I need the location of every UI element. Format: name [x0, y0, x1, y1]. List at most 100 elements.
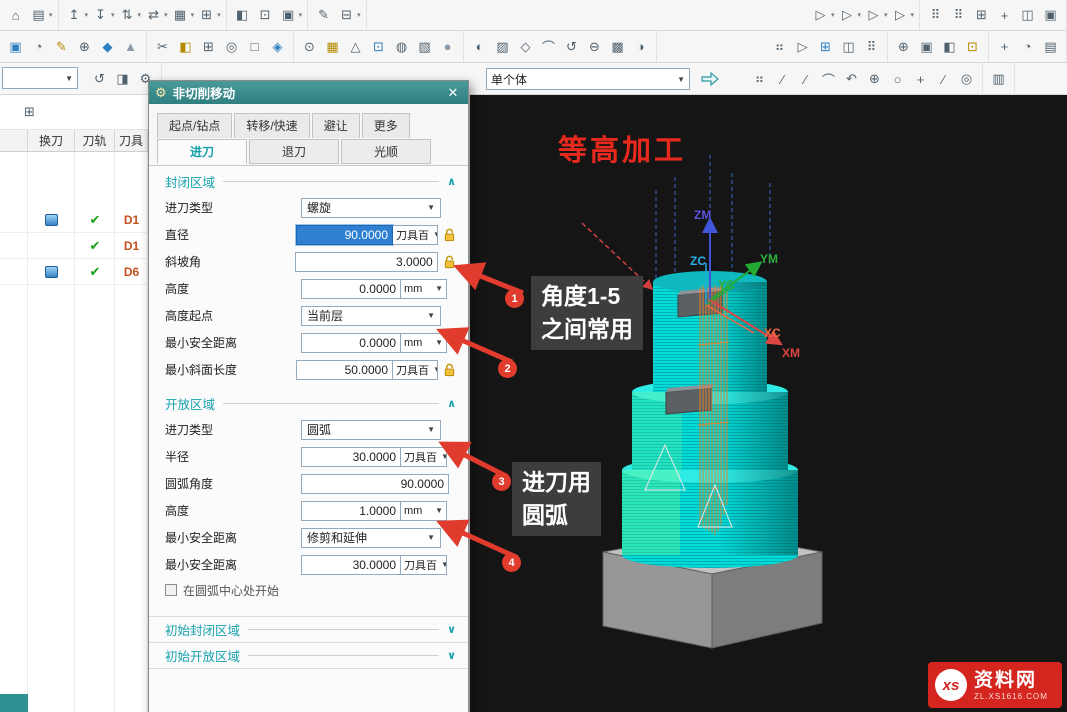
- chevron-down-icon[interactable]: ∨: [447, 649, 456, 662]
- toolbar-icon[interactable]: ▨: [492, 36, 513, 57]
- selection-scope-combo[interactable]: 单个体▼: [486, 68, 690, 90]
- toolbar-icon[interactable]: ✎: [51, 36, 72, 57]
- tab-transfer-rapid[interactable]: 转移/快速: [234, 113, 309, 138]
- ramp-angle-input[interactable]: 3.0000: [295, 252, 437, 272]
- open-height-unit-select[interactable]: mm▼: [401, 501, 447, 521]
- chevron-up-icon[interactable]: ∧: [447, 175, 456, 188]
- toolbar-icon[interactable]: ▣: [278, 5, 299, 26]
- table-row[interactable]: ✔ D6: [0, 259, 148, 285]
- dropdown-arrow-icon[interactable]: ▾: [910, 11, 914, 19]
- toolbar-icon[interactable]: ◔: [1017, 36, 1038, 57]
- toolbar-icon[interactable]: ↶: [841, 69, 862, 90]
- toolbar-icon[interactable]: ▥: [988, 69, 1009, 90]
- toolbar-icon[interactable]: ◎: [956, 69, 977, 90]
- dropdown-arrow-icon[interactable]: ▾: [191, 11, 195, 19]
- toolbar-icon[interactable]: +: [994, 36, 1015, 57]
- toolbar-icon[interactable]: ◇: [515, 36, 536, 57]
- dropdown-arrow-icon[interactable]: ▾: [138, 11, 142, 19]
- toolbar-icon[interactable]: ▣: [1040, 5, 1061, 26]
- min-clearance-input[interactable]: 0.0000: [301, 333, 401, 353]
- tab-retract[interactable]: 退刀: [249, 139, 339, 164]
- toolbar-icon[interactable]: ◫: [838, 36, 859, 57]
- open-min-clearance-unit-select[interactable]: 刀具百▼: [401, 555, 447, 575]
- radius-input[interactable]: 30.0000: [301, 447, 401, 467]
- toolbar-icon[interactable]: ⇄: [143, 5, 164, 26]
- toolbar-icon[interactable]: ▷: [889, 5, 910, 26]
- toolbar-icon[interactable]: ↧: [90, 5, 111, 26]
- toolbar-icon[interactable]: ◧: [939, 36, 960, 57]
- toolbar-icon[interactable]: +: [910, 69, 931, 90]
- toolbar-icon[interactable]: ◆: [97, 36, 118, 57]
- section-open-area[interactable]: 开放区域∧: [149, 390, 468, 416]
- toolbar-icon[interactable]: ▣: [916, 36, 937, 57]
- dropdown-arrow-icon[interactable]: ▾: [884, 11, 888, 19]
- open-min-clearance-input[interactable]: 30.0000: [301, 555, 401, 575]
- dropdown-arrow-icon[interactable]: ▾: [164, 11, 168, 19]
- graphics-viewport[interactable]: ZM ZC YM YC XC XM 等高加工 xs 资料网 ZL.XS1616.…: [470, 95, 1067, 712]
- min-ramp-length-unit-select[interactable]: 刀具百▼: [393, 360, 438, 380]
- toolbar-icon[interactable]: ∕: [795, 69, 816, 90]
- toolbar-icon[interactable]: ⊕: [74, 36, 95, 57]
- toolbar-icon[interactable]: ✎: [313, 5, 334, 26]
- toolbar-icon[interactable]: △: [345, 36, 366, 57]
- dropdown-arrow-icon[interactable]: ▾: [357, 11, 361, 19]
- toolbar-icon[interactable]: ▧: [414, 36, 435, 57]
- arc-angle-input[interactable]: 90.0000: [301, 474, 449, 494]
- toolbar-icon[interactable]: ⊡: [255, 5, 276, 26]
- toolbar-icon[interactable]: ↥: [64, 5, 85, 26]
- toolbar-icon[interactable]: ▤: [1040, 36, 1061, 57]
- toolbar-icon[interactable]: ○: [887, 69, 908, 90]
- tab-engage[interactable]: 进刀: [157, 139, 247, 164]
- toolbar-icon[interactable]: □: [244, 36, 265, 57]
- toolbar-icon[interactable]: ⠿: [948, 5, 969, 26]
- toolbar-icon[interactable]: ◧: [232, 5, 253, 26]
- section-initial-closed-area[interactable]: 初始封闭区域∨: [149, 616, 468, 642]
- toolbar-icon[interactable]: ◔: [28, 36, 49, 57]
- chevron-down-icon[interactable]: ∨: [447, 623, 456, 636]
- table-row[interactable]: ✔ D1: [0, 233, 148, 259]
- section-initial-open-area[interactable]: 初始开放区域∨: [149, 642, 468, 668]
- trim-extend-select[interactable]: 修剪和延伸▼: [301, 528, 441, 548]
- toolbar-icon[interactable]: ⊙: [299, 36, 320, 57]
- height-input[interactable]: 0.0000: [301, 279, 401, 299]
- dropdown-arrow-icon[interactable]: ▾: [85, 11, 89, 19]
- tab-start-drill[interactable]: 起点/钻点: [157, 113, 232, 138]
- toolbar-icon[interactable]: ⌂: [5, 5, 26, 26]
- toolbar-icon[interactable]: ⊞: [198, 36, 219, 57]
- unlock-icon[interactable]: [441, 226, 458, 244]
- toolbar-icon[interactable]: ⊕: [864, 69, 885, 90]
- dropdown-arrow-icon[interactable]: ▾: [831, 11, 835, 19]
- dropdown-arrow-icon[interactable]: ▾: [299, 11, 303, 19]
- toolbar-icon[interactable]: ⊕: [893, 36, 914, 57]
- toolbar-icon[interactable]: ⠶: [769, 36, 790, 57]
- radius-unit-select[interactable]: 刀具百▼: [401, 447, 447, 467]
- unlock-icon[interactable]: [441, 361, 458, 379]
- open-height-input[interactable]: 1.0000: [301, 501, 401, 521]
- toolbar-icon[interactable]: ◨: [112, 69, 133, 90]
- toolbar-icon[interactable]: ↺: [561, 36, 582, 57]
- close-icon[interactable]: ✕: [444, 85, 462, 101]
- toolbar-icon[interactable]: ▣: [5, 36, 26, 57]
- toolbar-icon[interactable]: ▷: [836, 5, 857, 26]
- toolbar-icon[interactable]: ↺: [89, 69, 110, 90]
- toolbar-icon[interactable]: ▷: [792, 36, 813, 57]
- toolbar-icon[interactable]: ◎: [221, 36, 242, 57]
- toolbar-icon[interactable]: ▦: [322, 36, 343, 57]
- engage-type-select[interactable]: 螺旋▼: [301, 198, 441, 218]
- toolbar-icon[interactable]: ▲: [120, 36, 141, 57]
- toolbar-icon[interactable]: ▤: [28, 5, 49, 26]
- toolbar-icon[interactable]: ⊟: [336, 5, 357, 26]
- diameter-input[interactable]: 90.0000: [296, 225, 393, 245]
- toolbar-icon[interactable]: ✂: [152, 36, 173, 57]
- toolbar-icon[interactable]: ◍: [391, 36, 412, 57]
- dropdown-arrow-icon[interactable]: ▾: [49, 11, 53, 19]
- height-ref-select[interactable]: 当前层▼: [301, 306, 441, 326]
- toolbar-icon[interactable]: ◐: [469, 36, 490, 57]
- column-header[interactable]: 刀轨: [75, 130, 115, 151]
- min-ramp-length-input[interactable]: 50.0000: [296, 360, 393, 380]
- toolbar-icon[interactable]: ▷: [810, 5, 831, 26]
- navigator-icon[interactable]: ⊞: [19, 102, 40, 123]
- toolbar-icon[interactable]: ◑: [630, 36, 651, 57]
- diameter-unit-select[interactable]: 刀具百▼: [393, 225, 438, 245]
- min-clearance-unit-select[interactable]: mm▼: [401, 333, 447, 353]
